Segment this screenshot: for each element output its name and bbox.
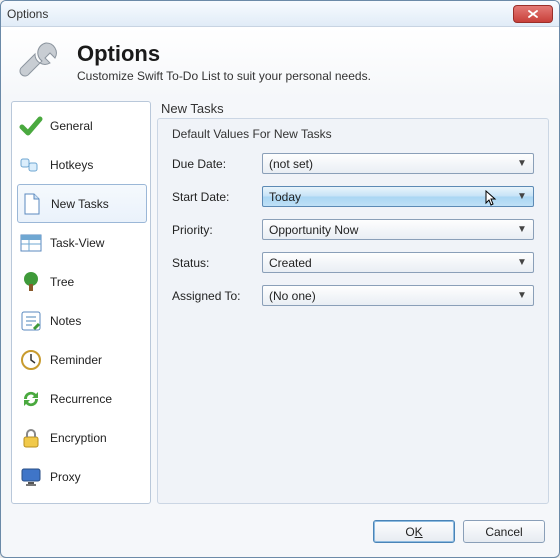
assigned-to-label: Assigned To: <box>172 289 262 303</box>
window-title: Options <box>7 7 513 21</box>
due-date-label: Due Date: <box>172 157 262 171</box>
assigned-to-select[interactable]: (No one) ▼ <box>262 285 534 306</box>
priority-label: Priority: <box>172 223 262 237</box>
panel-title: New Tasks <box>161 101 549 116</box>
close-icon <box>528 10 538 18</box>
sidebar-item-recurrence[interactable]: Recurrence <box>14 379 150 418</box>
table-icon <box>18 230 44 256</box>
sidebar-item-label: Tree <box>50 275 74 289</box>
sidebar-item-tree[interactable]: Tree <box>14 262 150 301</box>
check-icon <box>18 113 44 139</box>
notes-icon <box>18 308 44 334</box>
cancel-button[interactable]: Cancel <box>463 520 545 543</box>
close-button[interactable] <box>513 5 553 23</box>
dialog-header: Options Customize Swift To-Do List to su… <box>1 27 559 97</box>
sidebar-item-label: Hotkeys <box>50 158 93 172</box>
due-date-value: (not set) <box>269 157 515 171</box>
chevron-down-icon: ▼ <box>515 257 529 268</box>
ok-button[interactable]: OK <box>373 520 455 543</box>
sidebar-item-new-tasks[interactable]: New Tasks <box>17 184 147 223</box>
sidebar-item-label: Notes <box>50 314 81 328</box>
start-date-label: Start Date: <box>172 190 262 204</box>
sidebar-item-hotkeys[interactable]: Hotkeys <box>14 145 150 184</box>
sidebar-item-label: Task-View <box>50 236 104 250</box>
sidebar-item-label: New Tasks <box>51 197 109 211</box>
sidebar-item-label: Encryption <box>50 431 107 445</box>
due-date-select[interactable]: (not set) ▼ <box>262 153 534 174</box>
sidebar-item-reminder[interactable]: Reminder <box>14 340 150 379</box>
monitor-icon <box>18 464 44 490</box>
dialog-subtitle: Customize Swift To-Do List to suit your … <box>77 69 371 83</box>
keys-icon <box>18 152 44 178</box>
chevron-down-icon: ▼ <box>515 191 529 202</box>
default-values-group: Default Values For New Tasks Due Date: (… <box>157 118 549 504</box>
options-sidebar: General Hotkeys New Tasks Task-View Tree… <box>11 101 151 504</box>
chevron-down-icon: ▼ <box>515 158 529 169</box>
sidebar-item-label: Recurrence <box>50 392 112 406</box>
lock-icon <box>18 425 44 451</box>
sidebar-item-label: Reminder <box>50 353 102 367</box>
status-value: Created <box>269 256 515 270</box>
status-label: Status: <box>172 256 262 270</box>
tree-icon <box>18 269 44 295</box>
chevron-down-icon: ▼ <box>515 290 529 301</box>
options-panel: New Tasks Default Values For New Tasks D… <box>157 101 549 504</box>
start-date-value: Today <box>269 190 515 204</box>
start-date-select[interactable]: Today ▼ <box>262 186 534 207</box>
sidebar-item-label: General <box>50 119 93 133</box>
clock-icon <box>18 347 44 373</box>
options-dialog: Options Options Customize Swift To-Do Li… <box>0 0 560 558</box>
status-select[interactable]: Created ▼ <box>262 252 534 273</box>
group-legend: Default Values For New Tasks <box>172 127 534 141</box>
priority-value: Opportunity Now <box>269 223 515 237</box>
dialog-title: Options <box>77 41 371 67</box>
sidebar-item-label: Proxy <box>50 470 81 484</box>
assigned-to-value: (No one) <box>269 289 515 303</box>
sidebar-item-general[interactable]: General <box>14 106 150 145</box>
chevron-down-icon: ▼ <box>515 224 529 235</box>
priority-select[interactable]: Opportunity Now ▼ <box>262 219 534 240</box>
wrench-icon <box>15 37 65 87</box>
recurrence-icon <box>18 386 44 412</box>
title-bar: Options <box>1 1 559 27</box>
sidebar-item-proxy[interactable]: Proxy <box>14 457 150 496</box>
new-document-icon <box>19 191 45 217</box>
sidebar-item-encryption[interactable]: Encryption <box>14 418 150 457</box>
dialog-footer: OK Cancel <box>1 510 559 557</box>
sidebar-item-notes[interactable]: Notes <box>14 301 150 340</box>
sidebar-item-task-view[interactable]: Task-View <box>14 223 150 262</box>
